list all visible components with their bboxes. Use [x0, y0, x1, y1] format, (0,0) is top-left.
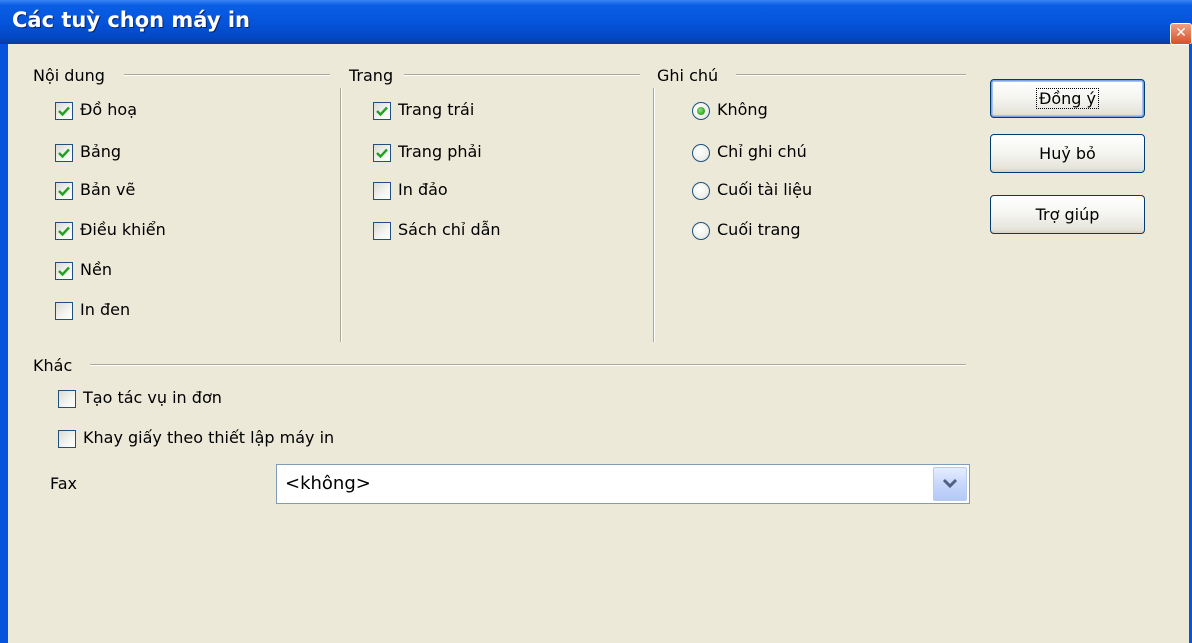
radio-notes-only-label: Chỉ ghi chú	[717, 142, 807, 161]
radio-notes-none-label: Không	[717, 100, 768, 119]
notes-group-label: Ghi chú	[657, 66, 719, 85]
checkbox-drawings-label: Bản vẽ	[80, 180, 136, 199]
checkbox-graphics-label: Đồ hoạ	[80, 100, 138, 119]
fax-dropdown-button[interactable]	[933, 467, 967, 501]
radio-notes-end-of-document-label: Cuối tài liệu	[717, 180, 813, 199]
checkbox-graphics[interactable]	[55, 102, 73, 120]
print-options-dialog: Các tuỳ chọn máy in ✕ Nội dung Đồ hoạ Bả…	[0, 0, 1192, 643]
radio-notes-end-of-page[interactable]	[692, 222, 710, 240]
checkbox-controls[interactable]	[55, 222, 73, 240]
check-icon	[58, 148, 70, 159]
cancel-button[interactable]: Huỷ bỏ	[990, 134, 1145, 173]
fax-label: Fax	[50, 474, 78, 493]
checkbox-brochure[interactable]	[373, 222, 391, 240]
ok-button[interactable]: Đồng ý	[990, 79, 1145, 118]
checkbox-reversed-label: In đảo	[398, 180, 448, 199]
checkbox-left-pages-label: Trang trái	[398, 100, 475, 119]
checkbox-paper-tray-from-printer-label: Khay giấy theo thiết lập máy in	[83, 428, 335, 447]
column-divider-1	[340, 88, 342, 342]
checkbox-reversed[interactable]	[373, 182, 391, 200]
check-icon	[58, 226, 70, 237]
window-title: Các tuỳ chọn máy in	[12, 8, 250, 32]
radio-selected-dot	[697, 107, 705, 115]
checkbox-controls-label: Điều khiển	[80, 220, 166, 239]
checkbox-background-label: Nền	[80, 260, 112, 279]
fax-select-value: <không>	[285, 473, 371, 494]
fax-select[interactable]: <không>	[276, 464, 970, 504]
radio-notes-none[interactable]	[692, 102, 710, 120]
content-group-divider	[124, 74, 330, 76]
window-border-left	[0, 44, 8, 643]
check-icon	[376, 106, 388, 117]
radio-notes-only[interactable]	[692, 144, 710, 162]
ok-button-label: Đồng ý	[1035, 88, 1100, 109]
column-divider-2	[653, 88, 655, 342]
check-icon	[58, 186, 70, 197]
other-group-divider	[90, 364, 966, 366]
checkbox-left-pages[interactable]	[373, 102, 391, 120]
chevron-down-icon	[942, 478, 958, 489]
close-icon: ✕	[1175, 25, 1187, 41]
radio-notes-end-of-page-label: Cuối trang	[717, 220, 801, 239]
help-button[interactable]: Trợ giúp	[990, 195, 1145, 234]
check-icon	[376, 148, 388, 159]
title-bar[interactable]: Các tuỳ chọn máy in ✕	[0, 0, 1192, 45]
other-group-label: Khác	[33, 356, 73, 375]
checkbox-paper-tray-from-printer[interactable]	[58, 430, 76, 448]
close-button[interactable]: ✕	[1170, 23, 1192, 45]
content-group-label: Nội dung	[33, 66, 105, 85]
checkbox-print-black-label: In đen	[80, 300, 131, 319]
pages-group-label: Trang	[349, 66, 394, 85]
checkbox-single-print-job-label: Tạo tác vụ in đơn	[83, 388, 222, 407]
notes-group-divider	[736, 74, 966, 76]
cancel-button-label: Huỷ bỏ	[1039, 144, 1096, 163]
help-button-label: Trợ giúp	[1035, 205, 1100, 224]
checkbox-right-pages[interactable]	[373, 144, 391, 162]
checkbox-right-pages-label: Trang phải	[398, 142, 482, 161]
checkbox-brochure-label: Sách chỉ dẫn	[398, 220, 501, 239]
checkbox-tables-label: Bảng	[80, 142, 122, 161]
checkbox-single-print-job[interactable]	[58, 390, 76, 408]
radio-notes-end-of-document[interactable]	[692, 182, 710, 200]
check-icon	[58, 266, 70, 277]
checkbox-print-black[interactable]	[55, 302, 73, 320]
checkbox-tables[interactable]	[55, 144, 73, 162]
check-icon	[58, 106, 70, 117]
pages-group-divider	[404, 74, 640, 76]
checkbox-drawings[interactable]	[55, 182, 73, 200]
checkbox-background[interactable]	[55, 262, 73, 280]
